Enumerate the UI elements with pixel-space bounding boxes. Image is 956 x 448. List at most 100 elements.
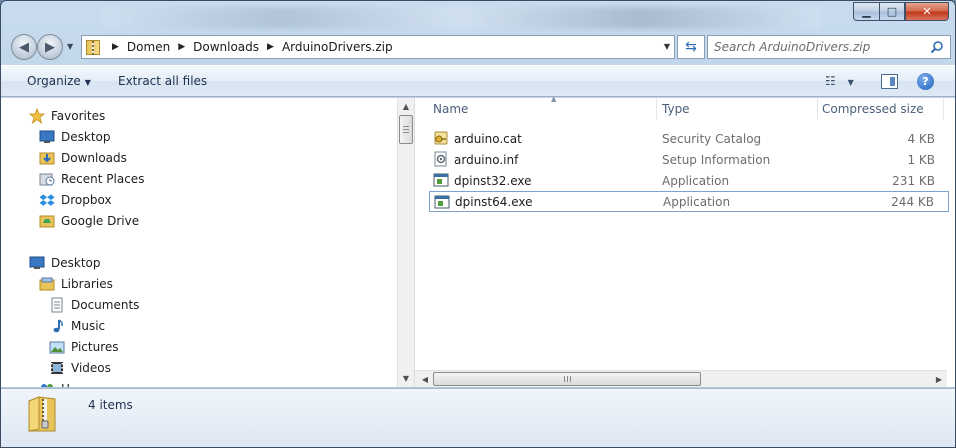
sidebar-item-label: Desktop bbox=[61, 130, 111, 144]
sidebar-item-libraries[interactable]: Libraries bbox=[39, 274, 113, 294]
window-controls: ▁ □ ✕ bbox=[853, 2, 949, 21]
zip-folder-icon bbox=[86, 39, 100, 56]
sidebar-item-label: Favorites bbox=[51, 109, 106, 123]
file-name: arduino.cat bbox=[454, 131, 522, 146]
back-button[interactable]: ◀ bbox=[11, 34, 37, 60]
column-header-label: Compressed size bbox=[822, 102, 924, 116]
dropdown-arrow-icon[interactable]: ▼ bbox=[848, 78, 854, 87]
breadcrumb-chevron-icon[interactable]: ▶ bbox=[267, 42, 274, 52]
sidebar-item-videos[interactable]: Videos bbox=[49, 358, 111, 378]
file-size: 4 KB bbox=[907, 131, 935, 146]
sidebar-item-music[interactable]: Music bbox=[49, 316, 105, 336]
column-header-type[interactable]: Type bbox=[658, 98, 818, 120]
refresh-icon: ⇆ bbox=[685, 39, 697, 55]
downloads-folder-icon bbox=[39, 152, 55, 165]
details-pane: 4 items bbox=[1, 388, 955, 447]
change-view-button[interactable]: ☷ ▼ bbox=[825, 74, 854, 88]
breadcrumb-arduinodrivers[interactable]: ArduinoDrivers.zip bbox=[282, 40, 393, 54]
extract-all-button[interactable]: Extract all files bbox=[118, 74, 207, 88]
search-box[interactable] bbox=[707, 35, 951, 59]
breadcrumb-chevron-icon[interactable]: ▶ bbox=[178, 42, 185, 52]
scroll-right-icon[interactable]: ▶ bbox=[931, 371, 947, 387]
scrollbar-thumb[interactable] bbox=[399, 115, 413, 144]
navigation-bar: ◀ ▶ ▼ ▶ Domen ▶ Downloads ▶ ArduinoDrive… bbox=[9, 33, 951, 61]
sidebar-item-documents[interactable]: Documents bbox=[49, 295, 139, 315]
sidebar-item-homegroup[interactable]: H bbox=[39, 379, 70, 387]
file-type: Application bbox=[663, 194, 731, 209]
column-header-compressed-size[interactable]: Compressed size bbox=[818, 98, 944, 120]
item-count: 4 items bbox=[88, 398, 133, 412]
scroll-up-icon[interactable]: ▲ bbox=[398, 98, 414, 115]
address-history-dropdown[interactable]: ▼ bbox=[664, 42, 670, 51]
address-bar[interactable]: ▶ Domen ▶ Downloads ▶ ArduinoDrivers.zip… bbox=[81, 35, 675, 59]
libraries-icon bbox=[39, 277, 55, 291]
preview-pane-button[interactable] bbox=[881, 74, 898, 89]
sidebar-item-desktop-root[interactable]: Desktop bbox=[29, 253, 101, 273]
view-details-icon: ☷ bbox=[825, 74, 836, 88]
table-row[interactable]: arduino.inf Setup Information 1 KB bbox=[429, 149, 949, 170]
sort-ascending-icon: ▲ bbox=[551, 95, 557, 103]
breadcrumb: ▶ Domen ▶ Downloads ▶ ArduinoDrivers.zip bbox=[104, 40, 393, 54]
refresh-button[interactable]: ⇆ bbox=[677, 35, 705, 59]
title-bar bbox=[101, 7, 821, 29]
close-button[interactable]: ✕ bbox=[905, 2, 949, 21]
navigation-pane: Favorites Desktop Downloads Recent Place… bbox=[1, 98, 413, 387]
back-arrow-icon: ◀ bbox=[19, 39, 29, 55]
sidebar-item-label: Videos bbox=[71, 361, 111, 375]
desktop-icon bbox=[39, 130, 55, 143]
explorer-window: ▁ □ ✕ ◀ ▶ ▼ ▶ Domen ▶ Downloads ▶ Arduin… bbox=[0, 0, 956, 448]
search-icon[interactable] bbox=[930, 40, 944, 54]
file-size: 1 KB bbox=[907, 152, 935, 167]
catalog-icon bbox=[434, 131, 448, 145]
table-row[interactable]: dpinst32.exe Application 231 KB bbox=[429, 170, 949, 191]
file-type: Security Catalog bbox=[662, 131, 762, 146]
sidebar-item-recent-places[interactable]: Recent Places bbox=[39, 169, 144, 189]
table-row-selected[interactable]: dpinst64.exe Application 244 KB bbox=[429, 191, 949, 212]
application-icon bbox=[433, 173, 449, 187]
scroll-left-icon[interactable]: ◀ bbox=[417, 371, 433, 387]
column-header-label: Type bbox=[662, 102, 690, 116]
setup-info-icon bbox=[434, 151, 447, 167]
maximize-button[interactable]: □ bbox=[879, 2, 905, 21]
dropbox-icon bbox=[39, 194, 55, 206]
minimize-button[interactable]: ▁ bbox=[853, 2, 879, 21]
column-header-name[interactable]: ▲ Name bbox=[429, 95, 657, 120]
sidebar-item-dropbox[interactable]: Dropbox bbox=[39, 190, 112, 210]
search-input[interactable] bbox=[714, 40, 924, 54]
zip-folder-icon bbox=[28, 396, 56, 432]
file-list-horizontal-scrollbar[interactable]: ◀ ▶ bbox=[415, 370, 947, 387]
scroll-down-icon[interactable]: ▼ bbox=[398, 370, 414, 387]
application-icon bbox=[434, 195, 450, 209]
sidebar-item-downloads[interactable]: Downloads bbox=[39, 148, 127, 168]
sidebar-item-label: Google Drive bbox=[61, 214, 140, 228]
file-list: ▲ Name Type Compressed size arduino.cat … bbox=[415, 95, 955, 387]
pictures-icon bbox=[49, 341, 65, 354]
music-icon bbox=[53, 319, 63, 333]
file-type: Setup Information bbox=[662, 152, 771, 167]
sidebar-item-google-drive[interactable]: Google Drive bbox=[39, 211, 139, 231]
sidebar-item-label: Libraries bbox=[61, 277, 113, 291]
file-type: Application bbox=[662, 173, 730, 188]
recent-pages-dropdown[interactable]: ▼ bbox=[67, 42, 73, 51]
navigation-scrollbar[interactable]: ▲ ▼ bbox=[397, 98, 414, 387]
breadcrumb-chevron-icon[interactable]: ▶ bbox=[112, 42, 119, 52]
star-icon bbox=[29, 108, 45, 124]
organize-label: Organize bbox=[27, 74, 81, 88]
organize-menu-button[interactable]: Organize ▼ bbox=[27, 74, 91, 88]
sidebar-item-favorites[interactable]: Favorites bbox=[29, 106, 105, 126]
forward-button[interactable]: ▶ bbox=[37, 34, 63, 60]
sidebar-item-desktop[interactable]: Desktop bbox=[39, 127, 111, 147]
table-row[interactable]: arduino.cat Security Catalog 4 KB bbox=[429, 128, 949, 149]
breadcrumb-downloads[interactable]: Downloads bbox=[193, 40, 259, 54]
sidebar-item-label: Dropbox bbox=[61, 193, 112, 207]
file-name: dpinst32.exe bbox=[454, 173, 532, 188]
breadcrumb-domen[interactable]: Domen bbox=[127, 40, 170, 54]
sidebar-item-label: Documents bbox=[71, 298, 140, 312]
file-name: arduino.inf bbox=[454, 152, 519, 167]
sidebar-item-pictures[interactable]: Pictures bbox=[49, 337, 119, 357]
scrollbar-thumb[interactable] bbox=[433, 372, 701, 386]
file-name: dpinst64.exe bbox=[455, 194, 533, 209]
forward-arrow-icon: ▶ bbox=[45, 39, 55, 55]
sidebar-item-label: Desktop bbox=[51, 256, 101, 270]
help-icon[interactable]: ? bbox=[917, 73, 934, 90]
